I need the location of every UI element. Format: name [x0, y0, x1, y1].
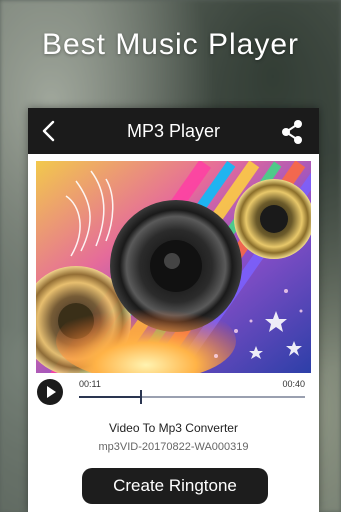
app-bar: MP3 Player [28, 108, 319, 154]
duration: 00:40 [282, 379, 305, 389]
album-artwork [36, 161, 311, 373]
create-ringtone-button[interactable]: Create Ringtone [82, 468, 268, 504]
play-button[interactable] [37, 379, 63, 405]
seek-bar-progress [79, 396, 142, 398]
share-icon[interactable] [279, 119, 305, 145]
song-title: Video To Mp3 Converter [109, 421, 238, 435]
audio-player: 00:11 00:40 [36, 375, 311, 415]
play-icon [47, 386, 56, 398]
seek-bar[interactable] [79, 390, 305, 404]
promo-title: Best Music Player [41, 28, 300, 61]
file-name: mp3VID-20170822-WA000319 [98, 441, 249, 453]
app-title: MP3 Player [126, 121, 221, 141]
current-time: 00:11 [79, 379, 101, 389]
seek-bar-thumb[interactable] [140, 390, 143, 404]
phone-screen: MP3 Player 00:11 00:40 Video To Mp3 Conv… [28, 108, 319, 512]
